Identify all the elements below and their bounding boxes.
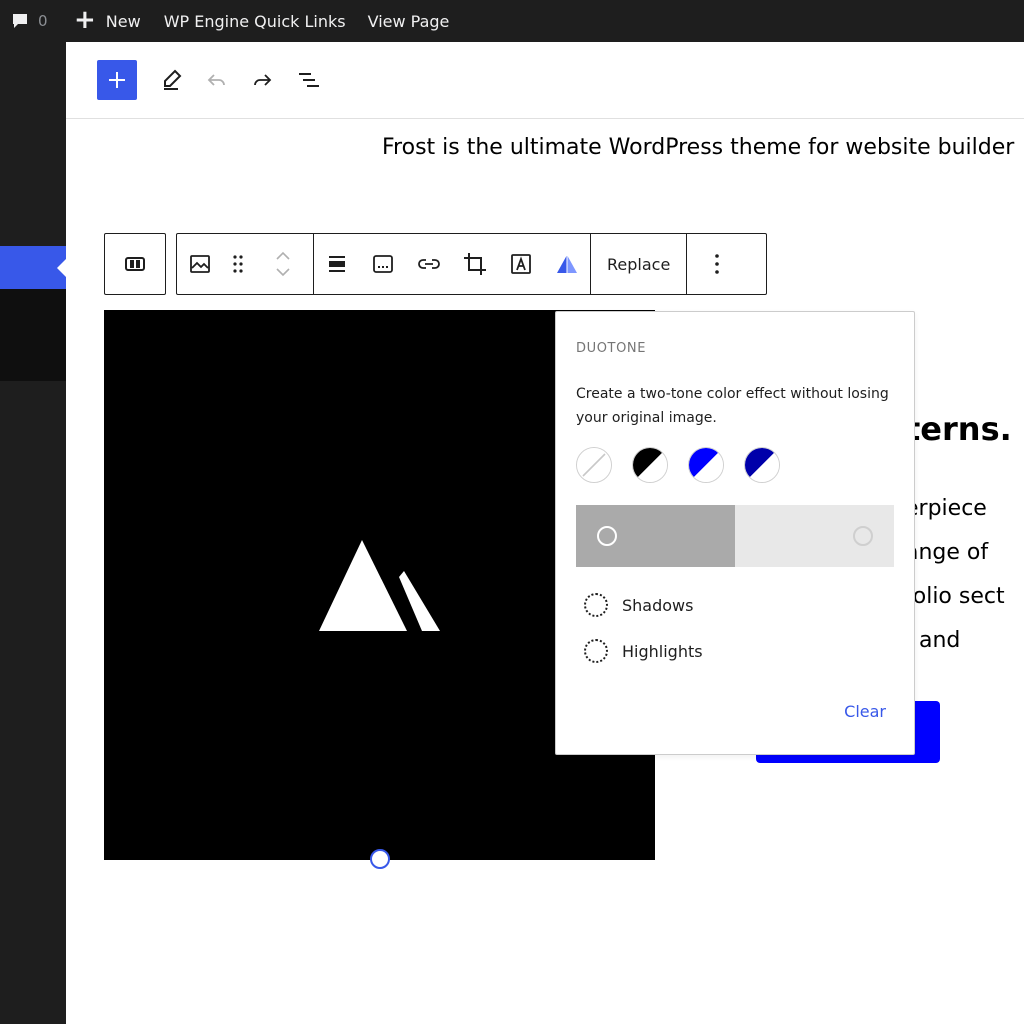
paragraph-line: erpiece — [905, 496, 987, 521]
redo-button[interactable] — [244, 62, 280, 98]
block-toolbar: Replace — [176, 233, 767, 295]
undo-button[interactable] — [199, 62, 235, 98]
select-parent-button[interactable] — [105, 234, 165, 294]
link-icon — [418, 259, 440, 269]
swatch-navy-white[interactable] — [744, 447, 780, 483]
quick-links-label: WP Engine Quick Links — [163, 11, 346, 31]
drag-handle[interactable] — [223, 234, 253, 294]
redo-icon — [254, 74, 272, 86]
caption-button[interactable] — [360, 234, 406, 294]
duotone-gradient-picker[interactable] — [576, 505, 894, 567]
shadows-option[interactable]: Shadows — [584, 593, 693, 617]
plus-icon: + — [74, 5, 96, 35]
shadow-stop-handle[interactable] — [597, 526, 617, 546]
swatch-black-white[interactable] — [632, 447, 668, 483]
replace-button[interactable]: Replace — [591, 234, 686, 294]
caption-icon — [373, 255, 393, 273]
swatch-blue-white[interactable] — [688, 447, 724, 483]
document-overview-button[interactable] — [291, 62, 327, 98]
duotone-button[interactable] — [544, 234, 590, 294]
duotone-presets — [576, 447, 780, 483]
block-type-button[interactable] — [177, 234, 223, 294]
comment-bubble-icon — [13, 14, 27, 28]
block-toolbar-parent — [104, 233, 166, 295]
shadows-label: Shadows — [622, 595, 694, 615]
duotone-description: Create a two-tone color effect without l… — [576, 386, 889, 426]
blue-white-swatch-icon — [689, 448, 723, 482]
paragraph-line: ange of — [905, 540, 989, 565]
shadow-stop[interactable] — [576, 505, 735, 567]
plus-icon — [109, 72, 125, 88]
image-icon — [190, 255, 210, 273]
crop-button[interactable] — [452, 234, 498, 294]
comment-count: 0 — [38, 12, 48, 30]
highlight-stop[interactable] — [735, 505, 894, 567]
admin-sidebar — [0, 42, 66, 1024]
view-page-link[interactable]: View Page — [357, 0, 450, 42]
pencil-icon — [164, 69, 182, 90]
tools-button[interactable] — [154, 62, 190, 98]
quick-links-menu[interactable]: WP Engine Quick Links — [153, 0, 357, 42]
new-label: New — [105, 11, 141, 31]
paragraph-line: folio sect — [905, 584, 1005, 609]
mountain-logo-icon — [319, 540, 440, 631]
clear-button[interactable]: Clear — [844, 702, 886, 721]
editor-header — [66, 42, 1024, 119]
black-white-swatch-icon — [633, 448, 667, 482]
duotone-title: DUOTONE — [576, 341, 647, 356]
block-inserter-button[interactable] — [97, 60, 137, 100]
duotone-icon — [557, 255, 577, 273]
shadows-color-indicator — [584, 593, 608, 617]
align-wide-icon — [329, 256, 345, 272]
move-buttons[interactable] — [253, 234, 313, 294]
list-view-icon — [299, 73, 319, 87]
section-heading: terns. — [905, 410, 1012, 448]
unset-swatch-icon — [577, 448, 611, 482]
highlights-option[interactable]: Highlights — [584, 639, 703, 663]
sidebar-submenu — [0, 289, 66, 381]
highlights-color-indicator — [584, 639, 608, 663]
admin-bar: 0 + New WP Engine Quick Links View Page — [0, 0, 1024, 42]
link-button[interactable] — [406, 234, 452, 294]
undo-icon — [207, 74, 225, 86]
new-content-link[interactable]: + New — [62, 0, 153, 42]
active-notch — [57, 259, 66, 277]
options-button[interactable] — [687, 234, 747, 294]
view-page-label: View Page — [367, 11, 450, 31]
drag-handle-icon — [233, 255, 243, 273]
text-over-image-icon — [511, 254, 531, 274]
swatch-unset[interactable] — [576, 447, 612, 483]
crop-icon — [464, 253, 486, 275]
media-text-icon — [125, 257, 145, 271]
intro-paragraph[interactable]: Frost is the ultimate WordPress theme fo… — [382, 135, 1014, 160]
resize-handle[interactable] — [370, 849, 390, 869]
more-vertical-icon — [715, 254, 720, 274]
chevron-down-icon[interactable] — [275, 267, 291, 277]
align-button[interactable] — [314, 234, 360, 294]
highlights-label: Highlights — [622, 641, 703, 661]
comments-link[interactable]: 0 — [0, 0, 62, 42]
chevron-up-icon[interactable] — [275, 251, 291, 261]
duotone-popover: DUOTONE Create a two-tone color effect w… — [555, 311, 915, 755]
text-over-image-button[interactable] — [498, 234, 544, 294]
highlight-stop-handle[interactable] — [853, 526, 873, 546]
sidebar-item-active[interactable] — [0, 246, 66, 289]
navy-white-swatch-icon — [745, 448, 779, 482]
